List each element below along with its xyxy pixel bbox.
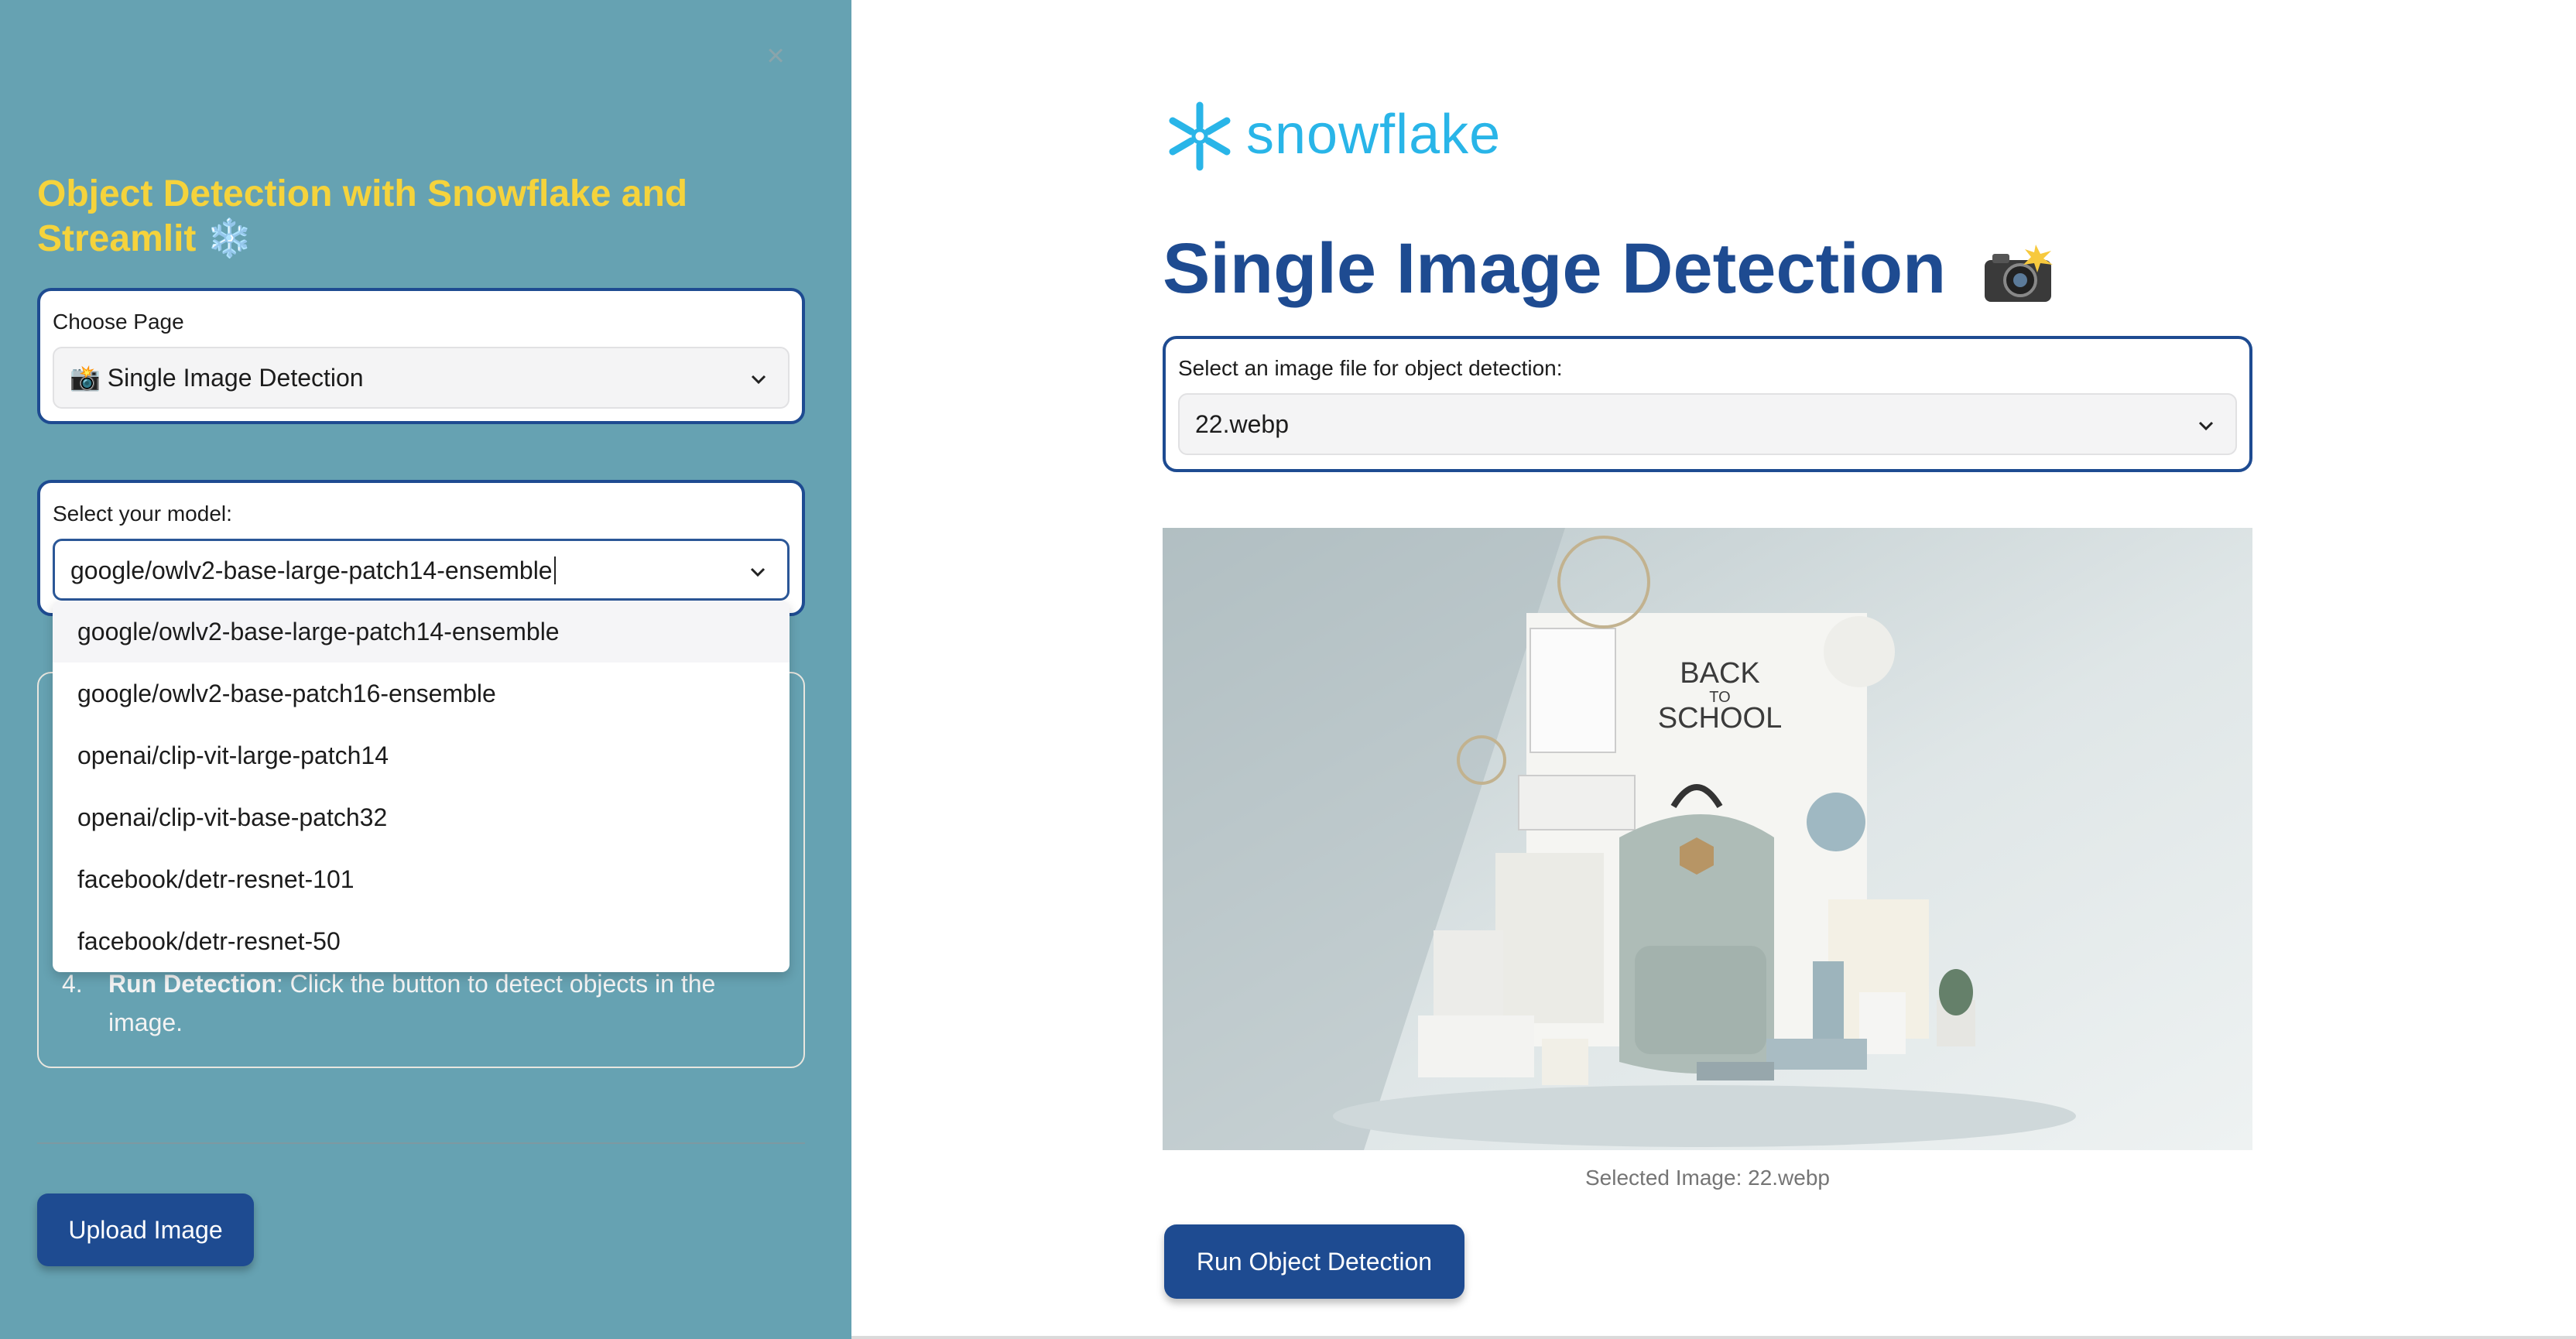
file-select-label: Select an image file for object detectio… — [1178, 356, 1563, 380]
sidebar-divider — [37, 1142, 805, 1144]
logo-text: snowflake — [1246, 104, 1502, 166]
step-title: Run Detection — [108, 970, 276, 998]
model-select-value: google/owlv2-base-large-patch14-ensemble — [70, 556, 553, 584]
bottom-divider — [851, 1336, 2576, 1339]
sidebar-title: Object Detection with Snowflake and Stre… — [37, 173, 688, 259]
snowflake-logo-icon — [1169, 101, 1231, 171]
dropdown-option[interactable]: google/owlv2-base-large-patch14-ensemble — [53, 601, 790, 663]
image-text-school: SCHOOL — [1658, 702, 1782, 735]
model-select[interactable]: google/owlv2-base-large-patch14-ensemble — [53, 539, 790, 601]
file-select-card: Select an image file for object detectio… — [1163, 336, 2252, 472]
selected-image: BACK TO SCHOOL — [1163, 528, 2252, 1150]
model-select-card: Select your model: google/owlv2-base-lar… — [37, 480, 805, 616]
dropdown-option[interactable]: google/owlv2-base-patch16-ensemble — [53, 663, 790, 724]
chevron-down-icon — [750, 567, 766, 577]
dropdown-option[interactable]: facebook/detr-resnet-101 — [53, 848, 790, 910]
model-dropdown-menu: google/owlv2-base-large-patch14-ensemble… — [53, 601, 790, 972]
image-text-back: BACK — [1680, 657, 1759, 690]
page-select-label: Choose Page — [53, 310, 184, 334]
dropdown-option[interactable]: openai/clip-vit-base-patch32 — [53, 786, 790, 848]
page-select-value: 📸 Single Image Detection — [70, 364, 364, 392]
page-select[interactable]: 📸 Single Image Detection — [53, 347, 790, 409]
model-select-label: Select your model: — [53, 502, 232, 526]
image-caption: Selected Image: 22.webp — [1585, 1166, 1830, 1190]
file-select[interactable]: 22.webp — [1178, 393, 2237, 455]
chevron-down-icon — [2198, 421, 2214, 431]
dropdown-option[interactable]: openai/clip-vit-large-patch14 — [53, 724, 790, 786]
run-object-detection-button[interactable]: Run Object Detection — [1164, 1224, 1464, 1299]
sidebar: × Object Detection with Snowflake and St… — [0, 0, 851, 1339]
chevron-down-icon — [751, 375, 766, 385]
upload-image-button[interactable]: Upload Image — [37, 1193, 254, 1266]
page-select-card: Choose Page 📸 Single Image Detection — [37, 288, 805, 424]
file-select-value: 22.webp — [1195, 410, 1289, 438]
page-title: Single Image Detection — [1163, 226, 2054, 311]
camera-flash-icon — [1984, 244, 2053, 302]
instruction-step: 4. Run Detection: Click the button to de… — [62, 964, 743, 1042]
page-title-text: Single Image Detection — [1163, 229, 1947, 308]
dropdown-option[interactable]: facebook/detr-resnet-50 — [53, 910, 790, 972]
close-sidebar-icon[interactable]: × — [760, 40, 791, 71]
